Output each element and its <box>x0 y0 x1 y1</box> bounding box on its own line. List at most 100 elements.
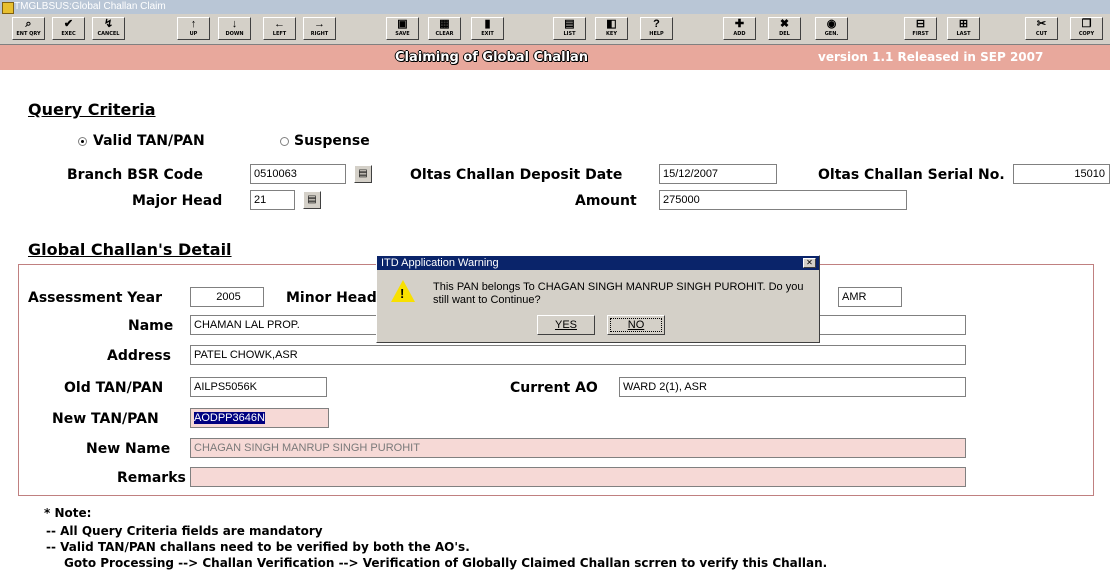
toolbar-button-exit[interactable]: ▮ EXIT <box>471 17 504 40</box>
toolbar-button-save[interactable]: ▣ SAVE <box>386 17 419 40</box>
save-icon: ▣ <box>397 18 408 30</box>
toolbar-button-label: DEL <box>779 31 790 37</box>
serial-no-label: Oltas Challan Serial No. <box>818 167 1005 183</box>
assessment-year-field[interactable]: 2005 <box>190 287 264 307</box>
deposit-date-field[interactable]: 15/12/2007 <box>659 164 777 184</box>
city-field[interactable]: AMR <box>838 287 902 307</box>
bsr-lov-button[interactable]: ▤ <box>354 165 372 183</box>
new-tan-pan-label: New TAN/PAN <box>52 411 159 427</box>
help-icon: ? <box>653 18 660 30</box>
toolbar-button-label: EXIT <box>481 31 494 37</box>
toolbar: ⌕ ENT QRY ✔ EXEC ↯ CANCEL ↑ UP ↓ DOWN ← LEFT → RIGHT ▣… <box>0 14 1110 45</box>
toolbar-button-label: GEN. <box>824 31 839 37</box>
toolbar-button-gen[interactable]: ◉ GEN. <box>815 17 848 40</box>
warning-dialog: ITD Application Warning ✕ ! This PAN bel… <box>376 255 820 343</box>
toolbar-button-label: ADD <box>733 31 746 37</box>
toolbar-button-label: COPY <box>1078 31 1095 37</box>
radio-suspense-label: Suspense <box>294 133 370 149</box>
toolbar-button-label: RIGHT <box>310 31 329 37</box>
new-name-field[interactable]: CHAGAN SINGH MANRUP SINGH PUROHIT <box>190 438 966 458</box>
copy-icon: ❐ <box>1081 18 1092 30</box>
right-arrow-icon: → <box>314 18 325 30</box>
cancel-icon: ↯ <box>103 18 114 30</box>
page-title: Claiming of Global Challan <box>395 50 589 65</box>
version-text: version 1.1 Released in SEP 2007 <box>818 50 1044 64</box>
left-arrow-icon: ← <box>274 18 285 30</box>
amount-field[interactable]: 275000 <box>659 190 907 210</box>
new-tan-pan-field[interactable]: AODPP3646N <box>190 408 329 428</box>
new-name-label: New Name <box>86 441 171 457</box>
serial-no-field[interactable]: 15010 <box>1013 164 1110 184</box>
bsr-code-field[interactable]: 0510063 <box>250 164 346 184</box>
exit-icon: ▮ <box>484 18 491 30</box>
toolbar-button-right[interactable]: → RIGHT <box>303 17 336 40</box>
address-field[interactable]: PATEL CHOWK,ASR <box>190 345 966 365</box>
toolbar-button-up[interactable]: ↑ UP <box>177 17 210 40</box>
no-button[interactable]: NO <box>607 315 665 335</box>
toolbar-button-down[interactable]: ↓ DOWN <box>218 17 251 40</box>
window-title: TMGLBSUS:Global Challan Claim <box>14 1 166 12</box>
toolbar-button-label: DOWN <box>225 31 244 37</box>
toolbar-button-ent-qry[interactable]: ⌕ ENT QRY <box>12 17 45 40</box>
major-head-field[interactable]: 21 <box>250 190 295 210</box>
toolbar-button-copy[interactable]: ❐ COPY <box>1070 17 1103 40</box>
current-ao-label: Current AO <box>510 380 598 396</box>
generate-icon: ◉ <box>826 18 837 30</box>
list-icon: ▤ <box>564 18 575 30</box>
close-icon[interactable]: ✕ <box>803 258 816 268</box>
remarks-label: Remarks <box>117 470 186 486</box>
note-line-3: Goto Processing --> Challan Verification… <box>64 556 828 570</box>
toolbar-button-help[interactable]: ? HELP <box>640 17 673 40</box>
note-line-2: -- Valid TAN/PAN challans need to be ver… <box>46 540 470 554</box>
first-icon: ⊟ <box>915 18 926 30</box>
amount-label: Amount <box>575 193 637 209</box>
toolbar-button-key[interactable]: ◧ KEY <box>595 17 628 40</box>
radio-valid-label: Valid TAN/PAN <box>93 133 205 149</box>
toolbar-button-label: SAVE <box>395 31 410 37</box>
deposit-date-label: Oltas Challan Deposit Date <box>410 167 623 183</box>
toolbar-button-label: LIST <box>563 31 576 37</box>
cut-icon: ✂ <box>1036 18 1047 30</box>
window-titlebar: TMGLBSUS:Global Challan Claim <box>0 0 1110 14</box>
toolbar-button-exec[interactable]: ✔ EXEC <box>52 17 85 40</box>
yes-button[interactable]: YES <box>537 315 595 335</box>
radio-suspense[interactable] <box>280 137 289 146</box>
toolbar-button-add[interactable]: ✚ ADD <box>723 17 756 40</box>
address-label: Address <box>107 348 171 364</box>
toolbar-button-left[interactable]: ← LEFT <box>263 17 296 40</box>
assessment-year-label: Assessment Year <box>28 290 162 306</box>
toolbar-button-cancel[interactable]: ↯ CANCEL <box>92 17 125 40</box>
toolbar-button-label: LEFT <box>272 31 287 37</box>
header-band: Claiming of Global Challan version 1.1 R… <box>0 45 1110 70</box>
dialog-title: ITD Application Warning <box>377 256 819 270</box>
note-title: * Note: <box>44 506 92 520</box>
old-tan-pan-field[interactable]: AILPS5056K <box>190 377 327 397</box>
last-icon: ⊞ <box>958 18 969 30</box>
toolbar-button-clear[interactable]: ▦ CLEAR <box>428 17 461 40</box>
toolbar-button-list[interactable]: ▤ LIST <box>553 17 586 40</box>
toolbar-button-label: EXEC <box>61 31 76 37</box>
remarks-field[interactable] <box>190 467 966 487</box>
toolbar-button-label: CLEAR <box>435 31 454 37</box>
app-icon <box>2 2 14 14</box>
toolbar-button-label: FIRST <box>912 31 929 37</box>
dialog-message: This PAN belongs To CHAGAN SINGH MANRUP … <box>433 281 804 306</box>
toolbar-button-label: HELP <box>649 31 664 37</box>
toolbar-button-cut[interactable]: ✂ CUT <box>1025 17 1058 40</box>
major-head-label: Major Head <box>132 193 223 209</box>
list-icon: ▤ <box>358 168 368 179</box>
warning-exclamation-icon: ! <box>400 286 405 301</box>
add-icon: ✚ <box>734 18 745 30</box>
query-icon: ⌕ <box>25 18 32 30</box>
toolbar-button-del[interactable]: ✖ DEL <box>768 17 801 40</box>
toolbar-button-label: UP <box>189 31 198 37</box>
toolbar-button-first[interactable]: ⊟ FIRST <box>904 17 937 40</box>
toolbar-button-label: CUT <box>1035 31 1048 37</box>
toolbar-button-label: ENT QRY <box>16 31 41 37</box>
minor-head-label: Minor Head <box>286 290 377 306</box>
major-head-lov-button[interactable]: ▤ <box>303 191 321 209</box>
current-ao-field[interactable]: WARD 2(1), ASR <box>619 377 966 397</box>
radio-valid-tan-pan[interactable] <box>78 137 87 146</box>
down-arrow-icon: ↓ <box>231 18 238 30</box>
toolbar-button-last[interactable]: ⊞ LAST <box>947 17 980 40</box>
